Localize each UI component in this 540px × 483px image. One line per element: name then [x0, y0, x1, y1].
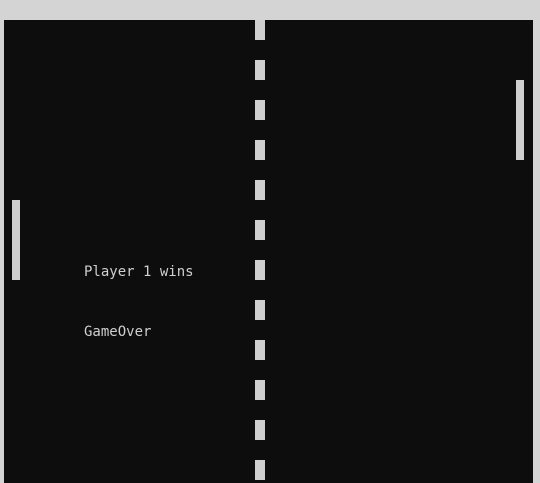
- net-dash: [255, 220, 265, 240]
- net-dash: [255, 340, 265, 360]
- net-dash: [255, 420, 265, 440]
- left-paddle: [12, 200, 20, 280]
- net-dash: [255, 20, 265, 40]
- net-dash: [255, 180, 265, 200]
- net-dash: [255, 460, 265, 480]
- game-over-text: GameOver: [84, 324, 152, 340]
- game-window: Player 1 wins GameOver: [0, 0, 540, 483]
- winner-text: Player 1 wins: [84, 264, 194, 280]
- net-dash: [255, 60, 265, 80]
- net-dash: [255, 380, 265, 400]
- center-net: [255, 20, 265, 483]
- net-dash: [255, 300, 265, 320]
- pong-court: Player 1 wins GameOver: [4, 20, 533, 483]
- net-dash: [255, 100, 265, 120]
- game-message: Player 1 wins GameOver: [84, 222, 194, 382]
- net-dash: [255, 260, 265, 280]
- right-paddle: [516, 80, 524, 160]
- net-dash: [255, 140, 265, 160]
